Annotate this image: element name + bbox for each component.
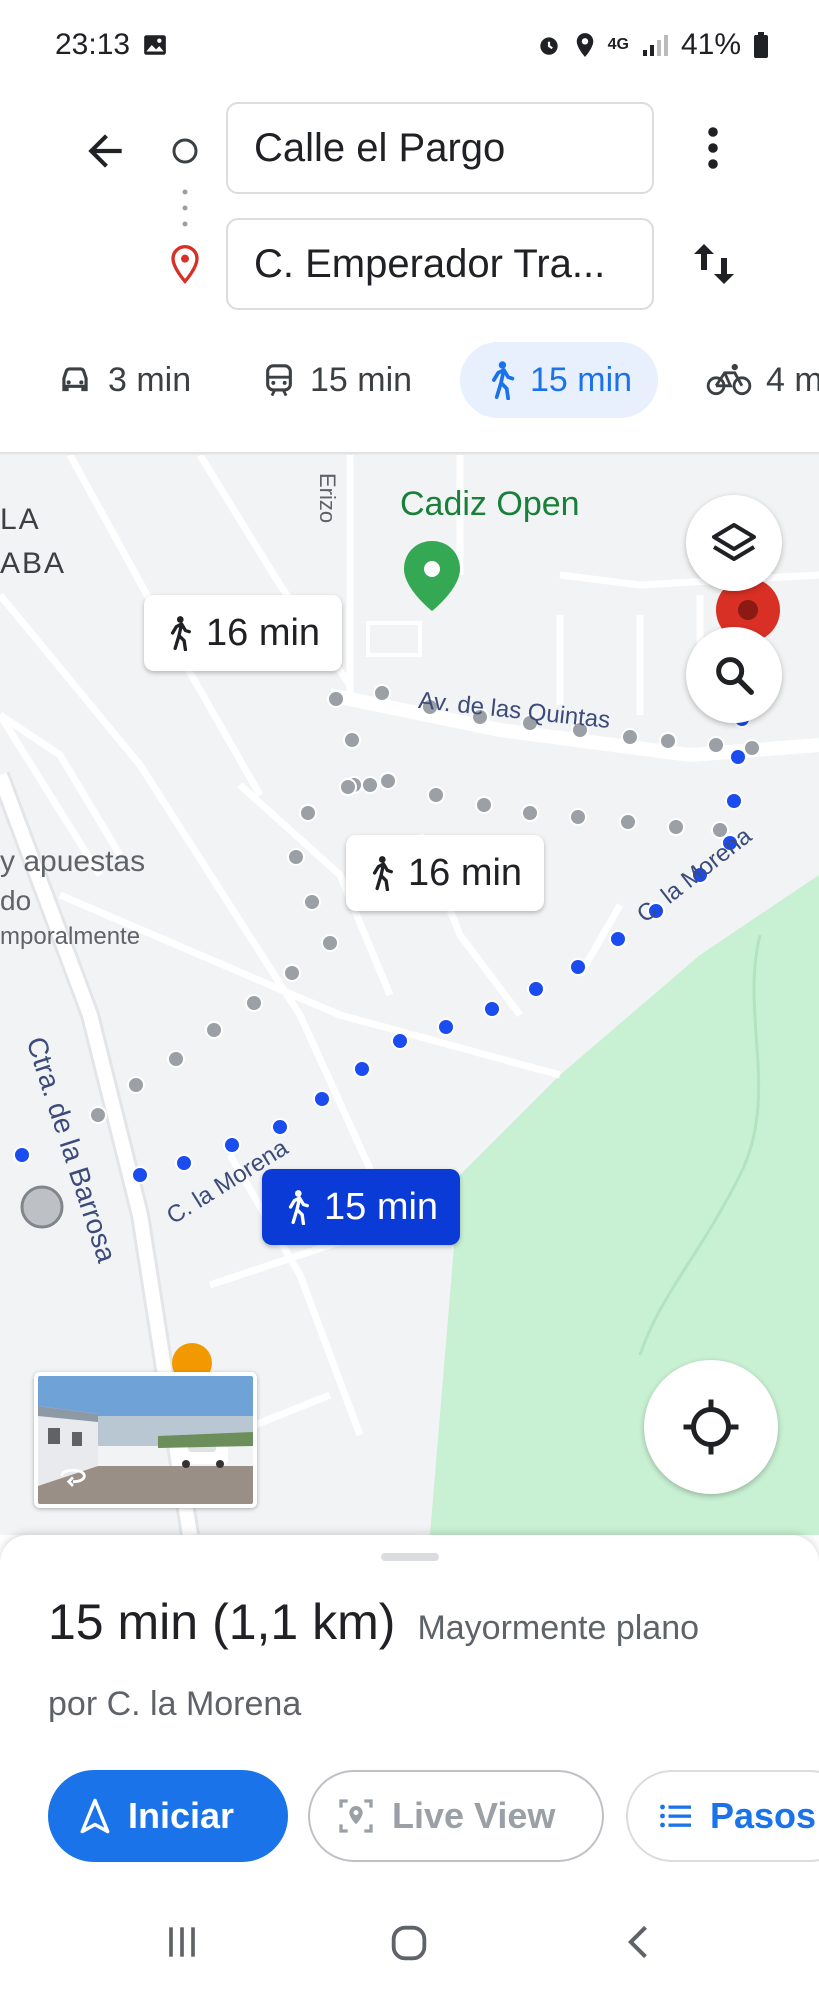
sheet-drag-handle[interactable]: [381, 1553, 439, 1561]
tab-car[interactable]: 3 min: [56, 342, 191, 418]
status-icons: 4G 41%: [536, 28, 769, 62]
route-terrain: Mayormente plano: [417, 1609, 700, 1647]
poi-label-line1: y apuestas: [0, 845, 146, 878]
origin-field[interactable]: Calle el Pargo: [226, 102, 654, 194]
network-type: 4G: [607, 36, 629, 53]
crosshair-icon: [683, 1399, 739, 1455]
layers-button[interactable]: [686, 495, 782, 591]
start-button-label: Iniciar: [128, 1795, 235, 1836]
tab-transit[interactable]: 15 min: [262, 342, 412, 418]
layers-icon: [712, 523, 756, 561]
tab-walk[interactable]: 15 min: [460, 342, 659, 418]
status-bar: 23:13 4G 41%: [0, 0, 819, 90]
walking-icon: [170, 616, 191, 651]
alt-route-2-time: 16 min: [408, 851, 523, 894]
tab-bike-label: 4 m: [766, 360, 819, 399]
walking-icon: [372, 856, 393, 891]
gallery-icon: [144, 35, 166, 55]
signal-icon: [642, 35, 668, 56]
origin-circle-icon: [172, 138, 198, 164]
walking-icon: [492, 361, 515, 400]
selected-route-time: 15 min: [324, 1185, 439, 1228]
back-nav-icon[interactable]: [618, 1920, 662, 1964]
steps-button-label: Pasos: [710, 1795, 817, 1836]
route-duration: 15 min: [48, 1594, 199, 1650]
place-label[interactable]: Cadiz Open: [400, 485, 580, 524]
alt-route-1-bubble[interactable]: 16 min: [144, 595, 343, 671]
tab-walk-label: 15 min: [530, 360, 633, 399]
alarm-icon: [539, 37, 558, 55]
poi-label-line3: mporalmente: [0, 923, 141, 950]
route-via: por C. la Morena: [48, 1685, 302, 1723]
back-arrow-icon[interactable]: [80, 126, 130, 176]
bicycle-icon: [706, 363, 752, 396]
status-time: 23:13: [55, 28, 131, 61]
list-icon: [660, 1804, 691, 1828]
car-icon: [62, 367, 88, 392]
selected-route-bubble[interactable]: 15 min: [262, 1169, 461, 1245]
search-button[interactable]: [686, 627, 782, 723]
route-summary: 15 min (1,1 km) Mayormente plano: [48, 1593, 699, 1651]
tab-car-label: 3 min: [108, 360, 192, 399]
search-icon: [716, 657, 754, 695]
travel-mode-tabs: 3 min 15 min 15 min 4 m: [0, 340, 819, 420]
train-icon: [266, 364, 292, 397]
destination-pin-icon: [171, 244, 199, 284]
directions-header: Calle el Pargo C. Emperador Tra... 3 min…: [0, 90, 819, 450]
live-view-button[interactable]: Live View: [308, 1770, 604, 1862]
recent-apps-icon[interactable]: [160, 1920, 204, 1964]
system-navigation-bar: [0, 1890, 819, 2000]
my-location-button[interactable]: [644, 1360, 778, 1494]
alt-route-2-bubble[interactable]: 16 min: [346, 835, 545, 911]
battery-percent: 41%: [680, 28, 741, 61]
walking-icon: [288, 1190, 309, 1225]
tab-bike[interactable]: 4 m: [706, 342, 819, 418]
alt-route-1-time: 16 min: [206, 611, 321, 654]
location-icon: [576, 33, 593, 57]
live-view-icon: [339, 1799, 373, 1833]
tab-transit-label: 15 min: [310, 360, 413, 399]
swap-icon[interactable]: [690, 238, 738, 290]
home-icon[interactable]: [386, 1920, 432, 1966]
navigation-arrow-icon: [80, 1798, 110, 1834]
route-dots-icon: [182, 189, 188, 227]
poi-label-line2: do: [0, 885, 32, 916]
steps-button[interactable]: Pasos: [626, 1770, 819, 1862]
map-area-label-2: ABA: [0, 547, 67, 580]
street-label-vertical: Erizo: [315, 473, 340, 524]
rotate-360-icon: [60, 1468, 86, 1487]
street-view-thumbnail[interactable]: [34, 1372, 257, 1508]
map-area-label-1: LA: [0, 503, 41, 536]
battery-icon: [754, 32, 768, 58]
route-distance: (1,1 km): [212, 1594, 396, 1650]
destination-field[interactable]: C. Emperador Tra...: [226, 218, 654, 310]
live-view-button-label: Live View: [392, 1795, 556, 1836]
start-button[interactable]: Iniciar: [48, 1770, 288, 1862]
more-options-icon[interactable]: [700, 124, 726, 172]
start-point-marker: [20, 1185, 64, 1229]
